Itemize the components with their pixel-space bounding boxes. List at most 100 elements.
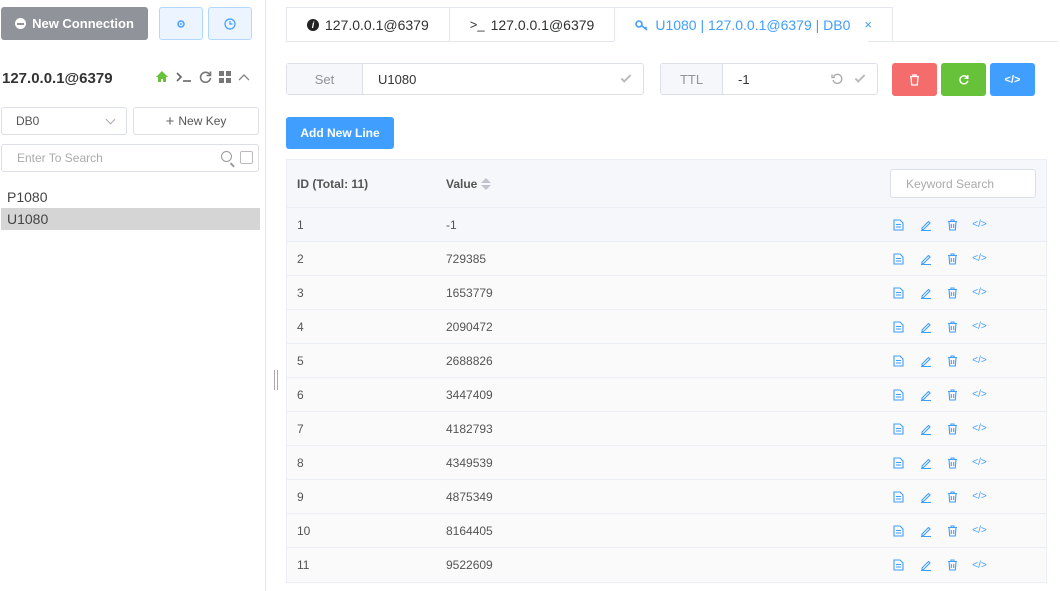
terminal-icon[interactable] <box>176 71 192 83</box>
home-icon[interactable] <box>155 70 169 83</box>
view-icon[interactable] <box>892 559 905 572</box>
db-select[interactable]: DB0 <box>1 107 127 135</box>
close-icon[interactable]: × <box>864 17 872 32</box>
view-icon[interactable] <box>892 456 905 469</box>
trash-icon[interactable] <box>946 218 959 231</box>
new-connection-button[interactable]: New Connection <box>1 7 148 40</box>
edit-icon[interactable] <box>919 354 932 367</box>
check-icon[interactable] <box>620 72 632 83</box>
keyword-search-input[interactable]: Keyword Search <box>890 169 1036 198</box>
view-icon[interactable] <box>892 422 905 435</box>
code-icon[interactable]: </> <box>972 320 986 333</box>
trash-icon[interactable] <box>946 524 959 537</box>
cell-value: 4182793 <box>446 421 493 436</box>
code-icon[interactable]: </> <box>972 252 986 265</box>
key-list-item-active[interactable]: U1080 <box>1 208 260 230</box>
check-icon[interactable] <box>854 72 866 83</box>
view-icon[interactable] <box>892 320 905 333</box>
server-toolbar <box>155 70 250 83</box>
keyword-search-placeholder: Keyword Search <box>906 176 995 191</box>
refresh-key-button[interactable] <box>941 63 986 96</box>
ttl-input[interactable]: -1 <box>723 64 877 94</box>
code-icon[interactable]: </> <box>972 422 986 435</box>
trash-icon[interactable] <box>946 559 959 572</box>
trash-icon[interactable] <box>946 252 959 265</box>
search-icon[interactable] <box>221 151 232 162</box>
edit-icon[interactable] <box>919 524 932 537</box>
ttl-field: TTL -1 <box>660 63 878 95</box>
grid-icon[interactable] <box>219 70 231 83</box>
exact-search-checkbox[interactable] <box>240 151 253 164</box>
trash-icon[interactable] <box>946 456 959 469</box>
row-actions: </> <box>892 218 987 231</box>
view-icon[interactable] <box>892 286 905 299</box>
code-icon[interactable]: </> <box>972 456 986 469</box>
history-button[interactable] <box>208 7 252 40</box>
code-icon[interactable]: </> <box>972 388 986 401</box>
table-row: 4 2090472 </> <box>287 310 1046 344</box>
tab-bar-divider <box>868 41 1058 42</box>
edit-icon[interactable] <box>919 252 932 265</box>
edit-icon[interactable] <box>919 388 932 401</box>
refresh-icon[interactable] <box>199 70 212 83</box>
resize-handle[interactable] <box>274 370 278 390</box>
trash-icon[interactable] <box>946 490 959 503</box>
table-row: 3 1653779 </> <box>287 276 1046 310</box>
cell-value: 3447409 <box>446 387 493 402</box>
edit-icon[interactable] <box>919 456 932 469</box>
key-name-input[interactable]: U1080 <box>363 64 643 94</box>
key-search-input[interactable]: Enter To Search <box>1 144 259 172</box>
cell-id: 2 <box>297 251 304 266</box>
row-actions: </> <box>892 422 987 435</box>
table-row: 9 4875349 </> <box>287 480 1046 514</box>
cell-value: 8164405 <box>446 523 493 538</box>
tab-key-detail[interactable]: U1080 | 127.0.0.1@6379 | DB0 × <box>614 7 893 42</box>
key-list-item[interactable]: P1080 <box>1 186 260 208</box>
settings-button[interactable] <box>159 7 203 40</box>
edit-icon[interactable] <box>919 218 932 231</box>
add-new-line-button[interactable]: Add New Line <box>286 117 394 149</box>
undo-icon[interactable] <box>831 73 843 85</box>
tab-server-info[interactable]: i 127.0.0.1@6379 <box>286 7 449 42</box>
code-icon[interactable]: </> <box>972 286 986 299</box>
view-icon[interactable] <box>892 218 905 231</box>
code-icon[interactable]: </> <box>972 354 986 367</box>
sort-icon[interactable] <box>481 178 492 191</box>
cell-id: 3 <box>297 285 304 300</box>
view-icon[interactable] <box>892 524 905 537</box>
trash-icon[interactable] <box>946 422 959 435</box>
view-icon[interactable] <box>892 490 905 503</box>
cell-value: 2688826 <box>446 353 493 368</box>
view-icon[interactable] <box>892 354 905 367</box>
code-icon[interactable]: </> <box>972 490 986 503</box>
info-icon: i <box>307 18 319 31</box>
column-header-value[interactable]: Value <box>446 177 492 191</box>
row-actions: </> <box>892 559 987 572</box>
edit-icon[interactable] <box>919 559 932 572</box>
new-key-button[interactable]: + New Key <box>133 107 259 135</box>
server-title: 127.0.0.1@6379 <box>2 70 113 87</box>
key-name-value: U1080 <box>378 71 417 87</box>
code-icon[interactable]: </> <box>972 218 986 231</box>
dump-command-button[interactable]: </> <box>990 63 1035 96</box>
code-icon[interactable]: </> <box>972 524 986 537</box>
delete-key-button[interactable] <box>892 63 937 96</box>
table-row: 8 4349539 </> <box>287 446 1046 480</box>
table-row: 1 -1 </> <box>287 208 1046 242</box>
edit-icon[interactable] <box>919 286 932 299</box>
trash-icon[interactable] <box>946 354 959 367</box>
edit-icon[interactable] <box>919 490 932 503</box>
cell-id: 4 <box>297 319 304 334</box>
edit-icon[interactable] <box>919 320 932 333</box>
edit-icon[interactable] <box>919 422 932 435</box>
chevron-up-icon[interactable] <box>238 72 250 82</box>
trash-icon[interactable] <box>946 286 959 299</box>
trash-icon[interactable] <box>946 320 959 333</box>
view-icon[interactable] <box>892 388 905 401</box>
tab-bar: i 127.0.0.1@6379 >_ 127.0.0.1@6379 U1080… <box>286 7 893 42</box>
code-icon[interactable]: </> <box>972 559 986 572</box>
trash-icon[interactable] <box>946 388 959 401</box>
tab-console[interactable]: >_ 127.0.0.1@6379 <box>448 7 615 42</box>
view-icon[interactable] <box>892 252 905 265</box>
cell-id: 11 <box>297 558 310 572</box>
